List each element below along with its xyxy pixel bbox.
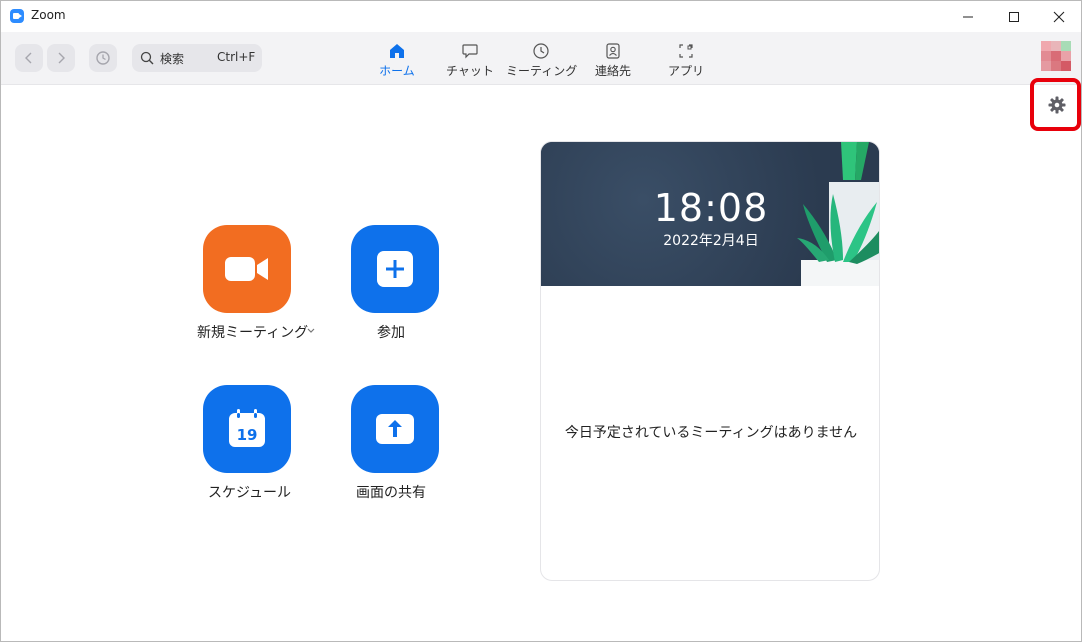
tab-chat[interactable]: チャット	[435, 42, 505, 82]
avatar-pixel	[1041, 41, 1051, 51]
share-upload-icon	[376, 414, 414, 444]
avatar-pixel	[1051, 51, 1061, 61]
tab-label: チャット	[446, 64, 494, 78]
calendar-day-number: 19	[237, 426, 258, 444]
minimize-button[interactable]	[945, 1, 991, 32]
gear-icon	[1048, 96, 1066, 114]
calendar-header: 18:08 2022年2月4日	[541, 142, 879, 286]
schedule-label: スケジュール	[208, 485, 292, 501]
history-button[interactable]	[89, 44, 117, 72]
maximize-button[interactable]	[991, 1, 1037, 32]
close-button[interactable]	[1036, 1, 1082, 32]
close-icon	[1053, 11, 1065, 22]
avatar-pixel	[1041, 51, 1051, 61]
avatar-pixel	[1061, 51, 1071, 61]
new-meeting-button[interactable]	[203, 225, 291, 313]
join-button[interactable]	[351, 225, 439, 313]
upcoming-meetings-card: 18:08 2022年2月4日 今日予定されているミーティングはありません	[540, 141, 880, 581]
chat-icon	[462, 44, 478, 59]
forward-button[interactable]	[47, 44, 75, 72]
share-screen-label: 画面の共有	[356, 485, 426, 501]
current-date: 2022年2月4日	[663, 233, 759, 249]
current-time: 18:08	[653, 186, 769, 230]
avatar-pixel	[1051, 41, 1061, 51]
title-bar: Zoom	[1, 1, 1081, 32]
tab-home[interactable]: ホーム	[362, 42, 432, 82]
tab-contacts[interactable]: 連絡先	[578, 42, 648, 82]
back-button[interactable]	[15, 44, 43, 72]
settings-button[interactable]	[1045, 93, 1069, 117]
plus-icon	[377, 251, 413, 287]
chevron-left-icon	[25, 52, 32, 64]
tab-label: ホーム	[379, 64, 415, 78]
window-title: Zoom	[31, 8, 66, 22]
tab-label: アプリ	[667, 64, 704, 78]
new-meeting-label: 新規ミーティング	[197, 325, 309, 341]
search-box[interactable]: 検索 Ctrl+F	[132, 44, 262, 72]
tab-apps[interactable]: アプリ	[651, 42, 721, 82]
apps-icon	[679, 44, 693, 58]
no-meetings-message: 今日予定されているミーティングはありません	[564, 425, 858, 441]
zoom-window: Zoom 検索 Ctrl+F ホーム チャット ミーティング 連絡先 アプリ 新…	[0, 0, 1082, 642]
schedule-button[interactable]: 19	[203, 385, 291, 473]
history-icon	[96, 51, 110, 65]
search-label: 検索	[160, 52, 185, 66]
avatar-pixel	[1041, 61, 1051, 71]
video-camera-icon	[225, 257, 268, 281]
join-label: 参加	[377, 325, 405, 341]
maximize-icon	[1009, 11, 1019, 22]
minimize-icon	[963, 16, 973, 17]
avatar-pixel	[1051, 61, 1061, 71]
chevron-down-icon[interactable]	[306, 325, 316, 335]
tab-label: ミーティング	[506, 64, 578, 78]
tab-label: 連絡先	[594, 64, 631, 78]
chevron-right-icon	[58, 52, 65, 64]
clock-icon	[533, 43, 549, 59]
search-icon	[140, 51, 154, 65]
tab-meetings[interactable]: ミーティング	[506, 42, 578, 82]
avatar[interactable]	[1041, 41, 1071, 71]
main-toolbar: 検索 Ctrl+F ホーム チャット ミーティング 連絡先 アプリ	[1, 32, 1081, 85]
avatar-pixel	[1061, 61, 1071, 71]
share-screen-button[interactable]	[351, 385, 439, 473]
search-shortcut: Ctrl+F	[217, 50, 256, 64]
avatar-pixel	[1061, 41, 1071, 51]
contacts-icon	[606, 43, 620, 59]
zoom-logo-icon	[10, 9, 24, 23]
calendar-icon: 19	[229, 409, 265, 447]
home-icon	[390, 44, 404, 58]
